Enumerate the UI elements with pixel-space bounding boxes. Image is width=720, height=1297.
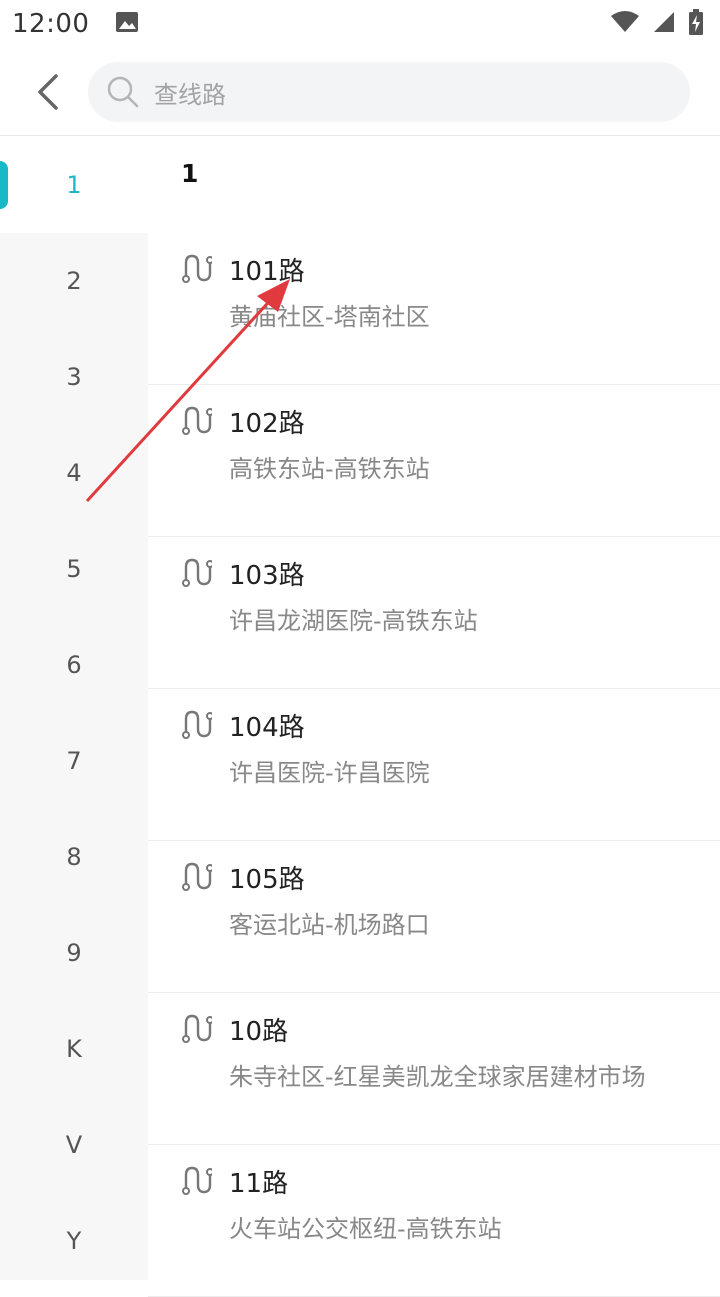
index-item-7[interactable]: 7 <box>0 713 148 809</box>
route-name: 11路 <box>229 1169 289 1199</box>
route-icon <box>182 862 212 891</box>
image-notification-icon <box>115 11 139 37</box>
index-sidebar: 1 2 3 4 5 6 7 8 9 K V Y <box>0 137 148 1280</box>
index-item-6[interactable]: 6 <box>0 617 148 713</box>
route-icon <box>182 406 212 435</box>
route-name: 105路 <box>229 865 305 895</box>
route-icon <box>182 710 212 739</box>
index-item-8[interactable]: 8 <box>0 809 148 905</box>
index-item-2[interactable]: 2 <box>0 233 148 329</box>
route-icon <box>182 1014 212 1043</box>
route-stops: 黄庙社区-塔南社区 <box>229 303 430 331</box>
route-item-105[interactable]: 105路 客运北站-机场路口 <box>148 841 720 993</box>
section-title: 1 <box>181 159 199 188</box>
route-stops: 朱寺社区-红星美凯龙全球家居建材市场 <box>229 1063 646 1091</box>
route-name: 104路 <box>229 713 305 743</box>
route-item-11[interactable]: 11路 火车站公交枢纽-高铁东站 <box>148 1145 720 1297</box>
route-stops: 许昌龙湖医院-高铁东站 <box>229 607 478 635</box>
route-name: 101路 <box>229 257 305 287</box>
index-item-y[interactable]: Y <box>0 1193 148 1289</box>
route-stops: 火车站公交枢纽-高铁东站 <box>229 1215 502 1243</box>
active-indicator <box>0 161 8 209</box>
route-icon <box>182 1166 212 1195</box>
search-icon <box>107 76 139 108</box>
index-item-v[interactable]: V <box>0 1097 148 1193</box>
index-item-k[interactable]: K <box>0 1001 148 1097</box>
route-name: 102路 <box>229 409 305 439</box>
index-item-4[interactable]: 4 <box>0 425 148 521</box>
status-bar: 12:00 <box>0 0 720 48</box>
index-item-3[interactable]: 3 <box>0 329 148 425</box>
route-icon <box>182 558 212 587</box>
index-item-1[interactable]: 1 <box>0 137 148 233</box>
chevron-left-icon <box>38 74 58 110</box>
wifi-icon <box>610 11 640 37</box>
index-item-9[interactable]: 9 <box>0 905 148 1001</box>
route-item-103[interactable]: 103路 许昌龙湖医院-高铁东站 <box>148 537 720 689</box>
search-input[interactable]: 查线路 <box>88 62 690 122</box>
status-time: 12:00 <box>12 9 90 39</box>
route-item-10[interactable]: 10路 朱寺社区-红星美凯龙全球家居建材市场 <box>148 993 720 1145</box>
header-bar: 查线路 <box>0 48 720 136</box>
search-placeholder: 查线路 <box>154 80 226 109</box>
route-stops: 客运北站-机场路口 <box>229 911 430 939</box>
cell-signal-icon <box>652 11 676 37</box>
route-item-102[interactable]: 102路 高铁东站-高铁东站 <box>148 385 720 537</box>
battery-icon <box>688 9 704 39</box>
route-stops: 高铁东站-高铁东站 <box>229 455 430 483</box>
route-item-104[interactable]: 104路 许昌医院-许昌医院 <box>148 689 720 841</box>
status-left: 12:00 <box>12 9 139 39</box>
route-list: 1 101路 黄庙社区-塔南社区 102路 高铁东站-高铁东站 103路 许昌龙… <box>148 137 720 1297</box>
route-name: 103路 <box>229 561 305 591</box>
index-item-5[interactable]: 5 <box>0 521 148 617</box>
route-icon <box>182 254 212 283</box>
route-item-101[interactable]: 101路 黄庙社区-塔南社区 <box>148 233 720 385</box>
route-stops: 许昌医院-许昌医院 <box>229 759 430 787</box>
route-name: 10路 <box>229 1017 289 1047</box>
status-right <box>610 9 704 39</box>
back-button[interactable] <box>28 70 68 114</box>
